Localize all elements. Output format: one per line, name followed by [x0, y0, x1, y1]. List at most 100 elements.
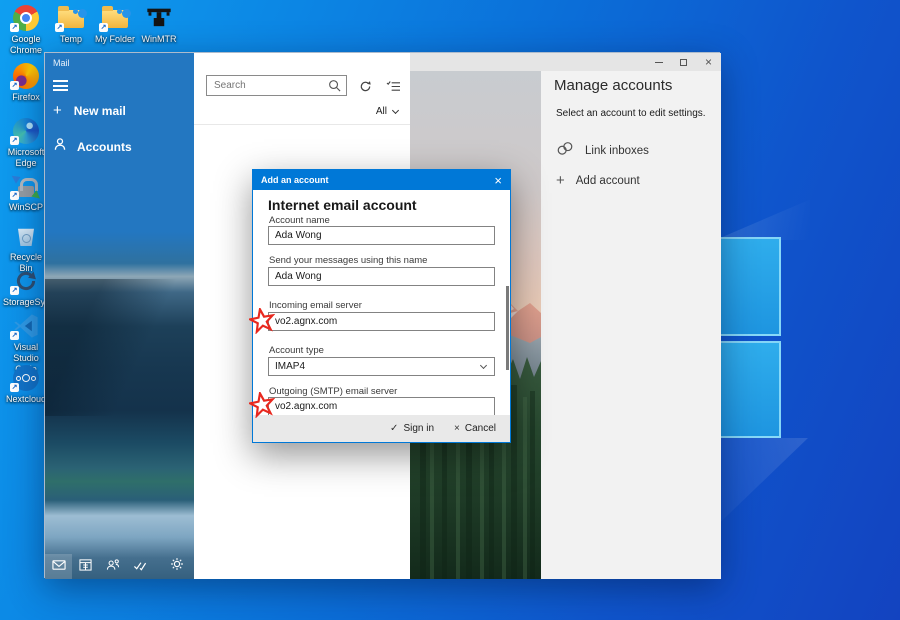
desktop-icon-temp[interactable]: ↗ Temp [48, 4, 94, 45]
close-icon: × [705, 56, 712, 68]
hamburger-menu-icon[interactable] [53, 80, 68, 91]
cancel-button[interactable]: × Cancel [454, 423, 496, 434]
winmtr-icon [145, 4, 173, 32]
titlebar: × [410, 53, 721, 71]
dialog-scrollbar[interactable] [506, 286, 509, 370]
dialog-footer: ✓ Sign in × Cancel [253, 415, 510, 442]
search-box [206, 75, 347, 96]
panel-subtitle: Select an account to edit settings. [556, 108, 706, 119]
account-type-value: IMAP4 [275, 361, 305, 372]
shortcut-arrow-icon: ↗ [10, 23, 19, 32]
desktop-icon-winscp[interactable]: ↗ WinSCP [3, 172, 49, 213]
chevron-down-icon [480, 362, 487, 369]
accounts-button[interactable]: Accounts [53, 137, 132, 156]
gear-icon [170, 557, 184, 576]
chain-link-icon [556, 141, 574, 161]
shortcut-arrow-icon: ↗ [99, 23, 108, 32]
shortcut-arrow-icon: ↗ [10, 286, 19, 295]
display-name-label: Send your messages using this name [269, 255, 427, 266]
desktop-icon-winmtr[interactable]: WinMTR [136, 4, 182, 45]
new-mail-label: New mail [74, 104, 126, 118]
desktop-icon-label: WinSCP [3, 202, 49, 213]
dialog-close-icon[interactable]: × [494, 174, 502, 187]
display-name-input[interactable] [268, 267, 495, 286]
cross-icon: × [454, 423, 460, 434]
outgoing-server-label: Outgoing (SMTP) email server [269, 386, 397, 397]
minimize-icon [655, 62, 663, 63]
todo-tab-button[interactable] [126, 554, 153, 579]
folder-icon: ↗ [57, 4, 85, 32]
plus-icon: + [556, 173, 565, 188]
windows-logo-pane [719, 341, 781, 438]
mail-sidebar: Mail + New mail Accounts [45, 53, 194, 579]
new-mail-button[interactable]: + New mail [53, 103, 126, 118]
desktop-icon-firefox[interactable]: ↗ Firefox [3, 62, 49, 103]
storagesync-icon: ↗ [12, 267, 40, 295]
incoming-server-label: Incoming email server [269, 300, 362, 311]
accounts-label: Accounts [77, 140, 132, 154]
windows-logo-pane [719, 237, 781, 336]
double-check-icon [133, 558, 147, 576]
calendar-tab-button[interactable] [72, 554, 99, 579]
winscp-lock-icon: ↗ [12, 172, 40, 200]
desktop-icon-recycle-bin[interactable]: Recycle Bin [3, 222, 49, 274]
add-account-button[interactable]: + Add account [556, 173, 640, 188]
mail-tab-button[interactable] [45, 554, 72, 579]
incoming-server-input[interactable] [268, 312, 495, 331]
sign-in-label: Sign in [403, 423, 434, 434]
list-divider [194, 124, 410, 125]
outgoing-server-input[interactable] [268, 397, 495, 416]
close-button[interactable]: × [696, 53, 721, 71]
desktop-icon-label: Nextcloud [3, 394, 49, 405]
filter-all-dropdown[interactable]: All [376, 106, 398, 117]
account-type-label: Account type [269, 345, 324, 356]
account-name-label: Account name [269, 215, 330, 226]
maximize-button[interactable] [671, 53, 696, 71]
calendar-icon [79, 558, 92, 576]
link-inboxes-button[interactable]: Link inboxes [556, 141, 649, 161]
desktop-icon-label: Microsoft Edge [3, 147, 49, 169]
desktop-icon-google-chrome[interactable]: ↗ Google Chrome [3, 4, 49, 56]
desktop-icon-storagesync[interactable]: ↗ StorageSync [3, 267, 49, 308]
desktop-icon-label: StorageSync [3, 297, 49, 308]
desktop-icon-label: Temp [48, 34, 94, 45]
shortcut-arrow-icon: ↗ [10, 81, 19, 90]
dialog-heading: Internet email account [268, 197, 417, 213]
account-type-select[interactable]: IMAP4 [268, 357, 495, 376]
chevron-down-icon [392, 106, 399, 113]
shortcut-arrow-icon: ↗ [10, 191, 19, 200]
edge-icon: ↗ [12, 117, 40, 145]
people-icon [106, 558, 120, 576]
search-input[interactable] [207, 80, 328, 91]
settings-tab-button[interactable] [163, 554, 190, 579]
desktop-icon-label: My Folder [92, 34, 138, 45]
link-inboxes-label: Link inboxes [585, 145, 649, 157]
desktop-icon-nextcloud[interactable]: ↗ Nextcloud [3, 364, 49, 405]
maximize-icon [680, 59, 687, 66]
search-icon[interactable] [328, 79, 346, 92]
recycle-bin-icon [12, 222, 40, 250]
window-title: Mail [53, 58, 70, 68]
desktop-icon-my-folder[interactable]: ↗ My Folder [92, 4, 138, 45]
select-mode-icon[interactable] [384, 77, 402, 95]
panel-title: Manage accounts [554, 77, 672, 94]
minimize-button[interactable] [646, 53, 671, 71]
manage-accounts-panel: Manage accounts Select an account to edi… [541, 71, 721, 579]
folder-icon: ↗ [101, 4, 129, 32]
dialog-title: Add an account [261, 175, 494, 185]
nextcloud-icon: ↗ [12, 364, 40, 392]
person-icon [53, 137, 67, 156]
add-account-label: Add account [576, 175, 640, 187]
shortcut-arrow-icon: ↗ [10, 331, 19, 340]
desktop-icon-microsoft-edge[interactable]: ↗ Microsoft Edge [3, 117, 49, 169]
sidebar-bottom-toolbar [45, 554, 194, 579]
sign-in-button[interactable]: ✓ Sign in [390, 423, 434, 434]
annotation-star-outgoing [249, 392, 275, 418]
refresh-icon[interactable] [356, 77, 374, 95]
chrome-icon: ↗ [12, 4, 40, 32]
check-icon: ✓ [390, 423, 398, 434]
filter-all-value: All [376, 106, 387, 117]
desktop-icon-label: WinMTR [136, 34, 182, 45]
people-tab-button[interactable] [99, 554, 126, 579]
account-name-input[interactable] [268, 226, 495, 245]
